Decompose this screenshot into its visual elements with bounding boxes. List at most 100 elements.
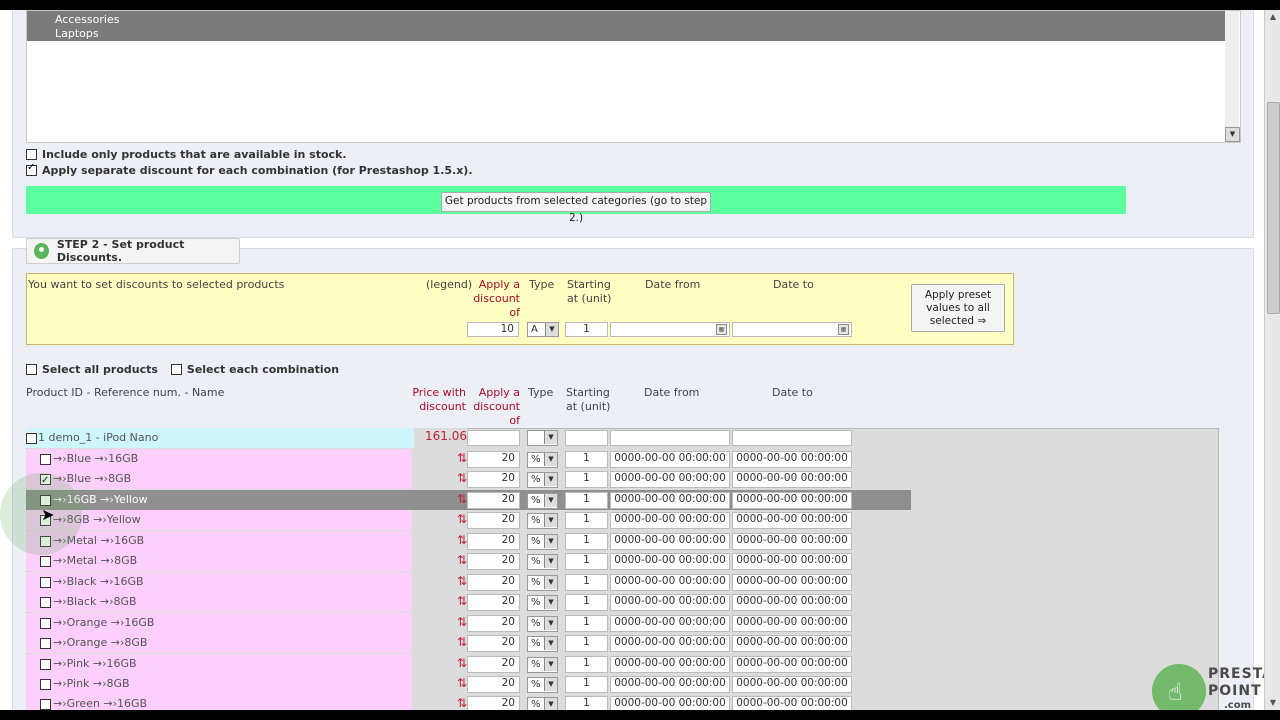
combination-date-to[interactable]: 0000-00-00 00:00:00	[732, 635, 852, 652]
combination-date-to[interactable]: 0000-00-00 00:00:00	[732, 594, 852, 611]
combination-start-input[interactable]: 1	[565, 594, 608, 611]
combination-checkbox[interactable]	[40, 556, 51, 567]
combination-row[interactable]: →›Metal →›16GB ⇅ 20% ▼ 1 0000-00-00 00:00:00 0…	[26, 531, 852, 551]
sort-icon[interactable]: ⇅	[412, 592, 467, 612]
combination-date-from[interactable]: 0000-00-00 00:00:00	[610, 676, 730, 693]
combination-date-from[interactable]: 0000-00-00 00:00:00	[610, 635, 730, 652]
combination-start-input[interactable]: 1	[565, 696, 608, 710]
combination-start-input[interactable]: 1	[565, 492, 608, 509]
combination-checkbox[interactable]	[40, 659, 51, 670]
combination-date-to[interactable]: 0000-00-00 00:00:00	[732, 471, 852, 488]
combination-discount-input[interactable]: 20	[467, 656, 520, 673]
combination-type-select[interactable]: % ▼	[527, 554, 558, 570]
combination-date-from[interactable]: 0000-00-00 00:00:00	[610, 512, 730, 529]
combination-start-input[interactable]: 1	[565, 574, 608, 591]
in-stock-checkbox[interactable]	[26, 149, 37, 160]
combination-checkbox[interactable]	[40, 638, 51, 649]
chevron-up-icon[interactable]: ▲	[1266, 10, 1280, 24]
combination-start-input[interactable]: 1	[565, 512, 608, 529]
combination-type-select[interactable]: % ▼	[527, 472, 558, 488]
combination-row[interactable]: →›Orange →›8GB ⇅ 20% ▼ 1 0000-00-00 00:00:00 0…	[26, 633, 852, 653]
sort-icon[interactable]: ⇅	[412, 633, 467, 653]
combination-start-input[interactable]: 1	[565, 471, 608, 488]
combination-discount-input[interactable]: 20	[467, 492, 520, 509]
combination-discount-input[interactable]: 20	[467, 594, 520, 611]
combination-checkbox[interactable]	[40, 597, 51, 608]
combination-date-from[interactable]: 0000-00-00 00:00:00	[610, 594, 730, 611]
combination-discount-input[interactable]: 20	[467, 471, 520, 488]
combination-discount-input[interactable]: 20	[467, 615, 520, 632]
combination-start-input[interactable]: 1	[565, 451, 608, 468]
combination-type-select[interactable]: % ▼	[527, 493, 558, 509]
combination-checkbox[interactable]	[40, 618, 51, 629]
get-products-button[interactable]: Get products from selected categories (g…	[441, 192, 711, 224]
combination-checkbox[interactable]	[40, 454, 51, 465]
scrollbar-thumb[interactable]	[1267, 102, 1280, 314]
combination-date-to[interactable]: 0000-00-00 00:00:00	[732, 574, 852, 591]
combination-row[interactable]: →›16GB →›Yellow ⇅ 20% ▼ 1 0000-00-00 00:00:00…	[26, 490, 852, 510]
combination-checkbox[interactable]	[40, 699, 51, 710]
sort-icon[interactable]: ⇅	[412, 613, 467, 633]
product-date-from[interactable]	[610, 430, 730, 446]
combination-start-input[interactable]: 1	[565, 533, 608, 550]
combination-date-to[interactable]: 0000-00-00 00:00:00	[732, 512, 852, 529]
combination-date-to[interactable]: 0000-00-00 00:00:00	[732, 451, 852, 468]
combination-type-select[interactable]: % ▼	[527, 534, 558, 550]
product-type-select[interactable]: ▼	[527, 430, 558, 446]
combination-date-from[interactable]: 0000-00-00 00:00:00	[610, 574, 730, 591]
combination-discount-input[interactable]: 20	[467, 512, 520, 529]
sort-icon[interactable]: ⇅	[412, 674, 467, 694]
combination-date-to[interactable]: 0000-00-00 00:00:00	[732, 492, 852, 509]
combination-checkbox[interactable]	[40, 679, 51, 690]
combination-date-from[interactable]: 0000-00-00 00:00:00	[610, 696, 730, 710]
sort-icon[interactable]: ⇅	[412, 551, 467, 571]
combination-discount-input[interactable]: 20	[467, 635, 520, 652]
combination-discount-input[interactable]: 20	[467, 451, 520, 468]
sort-icon[interactable]: ⇅	[412, 694, 467, 710]
combination-row[interactable]: →›Pink →›8GB ⇅ 20% ▼ 1 0000-00-00 00:00:00 000…	[26, 674, 852, 694]
combination-date-to[interactable]: 0000-00-00 00:00:00	[732, 656, 852, 673]
combination-date-from[interactable]: 0000-00-00 00:00:00	[610, 656, 730, 673]
product-discount-input[interactable]	[467, 430, 520, 446]
calendar-icon[interactable]: ▦	[838, 324, 849, 335]
combination-row[interactable]: →›Blue →›16GB ⇅ 20% ▼ 1 0000-00-00 00:00:00 00…	[26, 449, 852, 469]
in-stock-option[interactable]: Include only products that are available…	[26, 148, 347, 161]
category-scrollbar[interactable]: ▼	[1225, 11, 1240, 142]
combination-date-from[interactable]: 0000-00-00 00:00:00	[610, 451, 730, 468]
combination-date-from[interactable]: 0000-00-00 00:00:00	[610, 553, 730, 570]
combination-date-to[interactable]: 0000-00-00 00:00:00	[732, 696, 852, 710]
sort-icon[interactable]: ⇅	[412, 469, 467, 489]
combination-type-select[interactable]: % ▼	[527, 636, 558, 652]
combination-row[interactable]: →›8GB →›Yellow ⇅ 20% ▼ 1 0000-00-00 00:00:00 0…	[26, 510, 852, 530]
combination-type-select[interactable]: % ▼	[527, 677, 558, 693]
combination-discount-input[interactable]: 20	[467, 676, 520, 693]
combination-date-from[interactable]: 0000-00-00 00:00:00	[610, 615, 730, 632]
combination-type-select[interactable]: % ▼	[527, 697, 558, 710]
sort-icon[interactable]: ⇅	[412, 510, 467, 530]
combination-row[interactable]: →›Blue →›8GB⇅20%▼10000-00-00 00:00:00000…	[26, 469, 852, 491]
separate-discount-option[interactable]: Apply separate discount for each combina…	[26, 162, 473, 177]
combination-row[interactable]: →›Black →›16GB ⇅ 20% ▼ 1 0000-00-00 00:00:00 0…	[26, 572, 852, 592]
combination-start-input[interactable]: 1	[565, 676, 608, 693]
combination-date-from[interactable]: 0000-00-00 00:00:00	[610, 471, 730, 488]
combination-row[interactable]: →›Green →›16GB ⇅ 20% ▼ 1 0000-00-00 00:00:00 0…	[26, 694, 852, 710]
combination-discount-input[interactable]: 20	[467, 696, 520, 710]
preset-date-to-input[interactable]: ▦	[732, 322, 852, 337]
preset-type-select[interactable]: A ▼	[527, 322, 559, 337]
category-list[interactable]: Accessories Laptops ▼	[26, 10, 1241, 143]
select-each-checkbox[interactable]	[170, 364, 182, 375]
preset-start-input[interactable]: 1	[565, 322, 608, 337]
chevron-down-icon[interactable]: ▼	[1225, 127, 1240, 142]
combination-type-select[interactable]: % ▼	[527, 657, 558, 673]
product-checkbox[interactable]	[26, 433, 37, 444]
combination-date-to[interactable]: 0000-00-00 00:00:00	[732, 676, 852, 693]
combination-date-to[interactable]: 0000-00-00 00:00:00	[732, 553, 852, 570]
combination-discount-input[interactable]: 20	[467, 533, 520, 550]
category-item[interactable]: Laptops	[55, 27, 99, 40]
calendar-icon[interactable]: ▦	[716, 324, 727, 335]
combination-type-select[interactable]: % ▼	[527, 513, 558, 529]
combination-row[interactable]: →›Black →›8GB ⇅ 20% ▼ 1 0000-00-00 00:00:00 00…	[26, 592, 852, 612]
combination-row[interactable]: →›Metal →›8GB ⇅ 20% ▼ 1 0000-00-00 00:00:00 00…	[26, 551, 852, 571]
combination-type-select[interactable]: % ▼	[527, 595, 558, 611]
sort-icon[interactable]: ⇅	[412, 654, 467, 674]
